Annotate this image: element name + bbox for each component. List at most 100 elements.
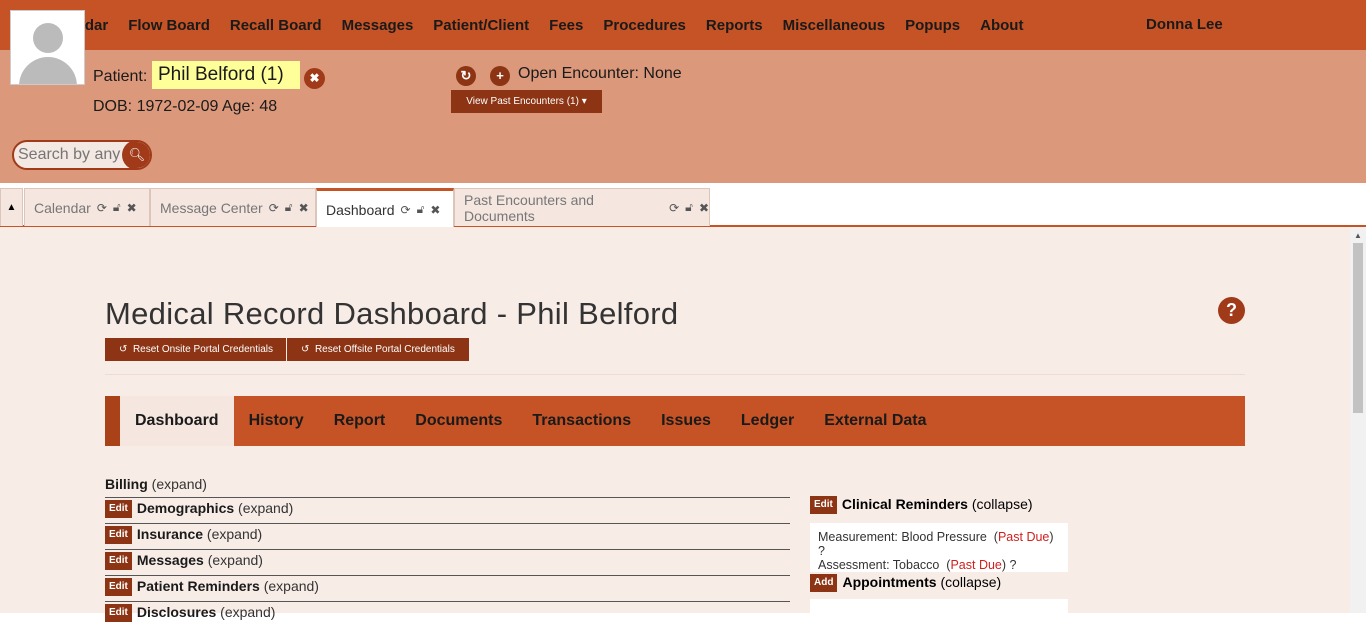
scroll-up-icon[interactable]: ▲ — [1354, 231, 1362, 240]
tab-strip: ▲ Calendar ⟳ 🔓︎ ✖ Message Center ⟳ 🔓︎ ✖ … — [0, 183, 1366, 228]
dashboard-subnav: Dashboard History Report Documents Trans… — [105, 396, 1245, 446]
refresh-icon[interactable]: ⟳ — [401, 203, 411, 217]
menu-miscellaneous[interactable]: Miscellaneous — [783, 17, 886, 34]
subnav-external-data[interactable]: External Data — [809, 396, 941, 446]
menu-about[interactable]: About — [980, 17, 1023, 34]
edit-button[interactable]: Edit — [105, 552, 132, 571]
edit-button[interactable]: Edit — [810, 496, 837, 515]
tab-past-encounters[interactable]: Past Encounters and Documents ⟳ 🔓︎ ✖ — [454, 188, 710, 226]
section-title: Billing — [105, 476, 148, 492]
menu-messages[interactable]: Messages — [342, 17, 414, 34]
expand-link[interactable]: (expand) — [152, 476, 207, 492]
unlock-icon[interactable]: 🔓︎ — [685, 200, 693, 215]
refresh-icon[interactable]: ⟳ — [269, 201, 279, 215]
reminder-text: Measurement: Blood Pressure — [818, 530, 987, 544]
patient-label: Patient: — [93, 68, 148, 85]
subnav-dashboard[interactable]: Dashboard — [120, 396, 234, 446]
collapse-tabs-icon[interactable]: ▲ — [0, 188, 23, 226]
tab-message-center[interactable]: Message Center ⟳ 🔓︎ ✖ — [150, 188, 316, 226]
section-insurance: Edit Insurance (expand) — [105, 524, 790, 550]
main-menu: Calendar Flow Board Recall Board Message… — [44, 0, 1043, 50]
search-icon[interactable]: 🔍︎ — [122, 142, 150, 168]
menu-procedures[interactable]: Procedures — [603, 17, 686, 34]
expand-link[interactable]: (expand) — [208, 552, 263, 568]
scrollbar-thumb[interactable] — [1353, 243, 1363, 413]
expand-link[interactable]: (expand) — [238, 500, 293, 516]
reminder-text: Assessment: Tobacco — [818, 558, 940, 572]
reset-onsite-button[interactable]: ↺ Reset Onsite Portal Credentials — [105, 338, 286, 361]
clinical-reminders-list: Measurement: Blood Pressure (Past Due) ?… — [810, 523, 1068, 572]
edit-button[interactable]: Edit — [105, 500, 132, 519]
close-icon[interactable]: ✖ — [699, 201, 709, 215]
unlock-icon[interactable]: 🔓︎ — [285, 200, 293, 215]
reset-onsite-label: Reset Onsite Portal Credentials — [132, 344, 274, 355]
unlock-icon[interactable]: 🔓︎ — [113, 200, 121, 215]
expand-link[interactable]: (expand) — [220, 604, 275, 620]
subnav-issues[interactable]: Issues — [646, 396, 726, 446]
section-title: Demographics — [136, 500, 235, 516]
close-icon[interactable]: ✖ — [127, 201, 137, 215]
close-icon[interactable]: ✖ — [299, 201, 309, 215]
close-patient-icon[interactable]: ✖ — [304, 68, 325, 89]
expand-link[interactable]: (expand) — [264, 578, 319, 594]
patient-search-input[interactable] — [14, 142, 124, 168]
subnav-report[interactable]: Report — [319, 396, 401, 446]
menu-patient-client[interactable]: Patient/Client — [433, 17, 529, 34]
user-menu[interactable]: Donna Lee — [1146, 16, 1223, 33]
section-title: Patient Reminders — [136, 578, 260, 594]
add-encounter-icon[interactable]: + — [490, 66, 510, 86]
top-navbar: Calendar Flow Board Recall Board Message… — [0, 0, 1366, 50]
help-icon[interactable]: ? — [1218, 297, 1245, 324]
refresh-encounter-icon[interactable]: ↻ — [456, 66, 476, 86]
page-title: Medical Record Dashboard - Phil Belford — [105, 296, 679, 331]
add-button[interactable]: Add — [810, 574, 838, 593]
refresh-icon[interactable]: ⟳ — [669, 201, 679, 215]
expand-link[interactable]: (expand) — [207, 526, 262, 542]
close-icon[interactable]: ✖ — [430, 203, 440, 217]
subnav-documents[interactable]: Documents — [400, 396, 517, 446]
tab-calendar[interactable]: Calendar ⟳ 🔓︎ ✖ — [24, 188, 150, 226]
edit-button[interactable]: Edit — [105, 578, 132, 597]
menu-recall-board[interactable]: Recall Board — [230, 17, 322, 34]
menu-popups[interactable]: Popups — [905, 17, 960, 34]
divider — [105, 374, 1245, 375]
section-demographics: Edit Demographics (expand) — [105, 498, 790, 524]
subnav-history[interactable]: History — [234, 396, 319, 446]
menu-flow-board[interactable]: Flow Board — [128, 17, 210, 34]
patient-dob-age: DOB: 1972-02-09 Age: 48 — [93, 98, 278, 115]
patient-name[interactable]: Phil Belford (1) — [152, 61, 300, 89]
patient-avatar — [10, 10, 85, 85]
collapse-link[interactable]: (collapse) — [972, 496, 1033, 512]
tab-label: Calendar — [34, 199, 91, 216]
scrollbar[interactable]: ▲ — [1350, 227, 1366, 613]
section-messages: Edit Messages (expand) — [105, 550, 790, 576]
avatar-head-shape — [33, 23, 63, 53]
patient-search: 🔍︎ — [12, 140, 152, 170]
menu-fees[interactable]: Fees — [549, 17, 583, 34]
tab-dashboard[interactable]: Dashboard ⟳ 🔓︎ ✖ — [316, 188, 454, 228]
reminder-status[interactable]: Past Due — [950, 558, 1001, 572]
section-billing: Billing (expand) — [105, 476, 790, 498]
subnav-transactions[interactable]: Transactions — [517, 396, 646, 446]
unlock-icon[interactable]: 🔓︎ — [417, 202, 425, 217]
reset-offsite-button[interactable]: ↺ Reset Offsite Portal Credentials — [287, 338, 469, 361]
tab-label: Message Center — [160, 199, 263, 216]
dashboard-content: Medical Record Dashboard - Phil Belford … — [0, 227, 1350, 623]
edit-button[interactable]: Edit — [105, 526, 132, 545]
reminder-status[interactable]: Past Due — [998, 530, 1049, 544]
view-past-encounters-button[interactable]: View Past Encounters (1) ▾ — [451, 90, 602, 113]
refresh-icon[interactable]: ⟳ — [97, 201, 107, 215]
tab-label: Dashboard — [326, 201, 395, 218]
section-title: Insurance — [136, 526, 204, 542]
menu-reports[interactable]: Reports — [706, 17, 763, 34]
reminder-item: Assessment: Tobacco (Past Due) ? — [818, 558, 1017, 572]
avatar-body-shape — [19, 57, 77, 84]
section-patient-reminders: Edit Patient Reminders (expand) — [105, 576, 790, 602]
reminder-item: Measurement: Blood Pressure (Past Due) ? — [818, 530, 1054, 558]
subnav-ledger[interactable]: Ledger — [726, 396, 809, 446]
open-encounter-text: Open Encounter: None — [518, 65, 682, 82]
edit-button[interactable]: Edit — [105, 604, 132, 623]
reset-offsite-label: Reset Offsite Portal Credentials — [314, 344, 455, 355]
collapse-link[interactable]: (collapse) — [940, 574, 1001, 590]
clinical-reminders-header: Edit Clinical Reminders (collapse) — [810, 496, 1068, 515]
